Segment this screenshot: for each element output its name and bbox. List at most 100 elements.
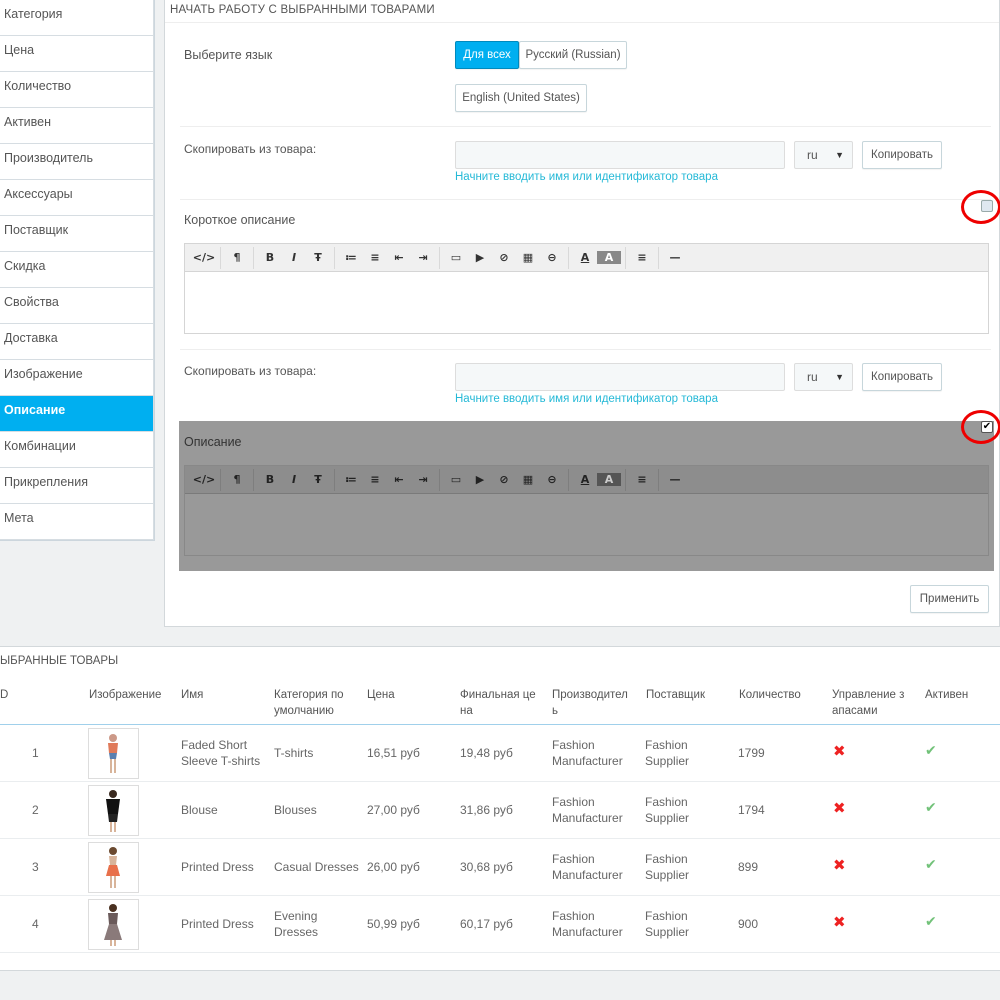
horizontal-rule-icon[interactable]: — bbox=[663, 251, 687, 264]
sidebar-item-description[interactable]: Описание bbox=[0, 396, 154, 432]
col-price[interactable]: Цена bbox=[367, 687, 455, 703]
italic-icon[interactable]: I bbox=[282, 251, 306, 264]
alignment-icon[interactable]: ≡ bbox=[630, 473, 654, 486]
sidebar-item-accessories[interactable]: Аксессуары bbox=[0, 180, 154, 216]
font-color-icon[interactable]: A bbox=[573, 473, 597, 486]
col-quantity[interactable]: Количество bbox=[739, 687, 827, 703]
col-supplier[interactable]: Поставщик bbox=[646, 687, 734, 703]
bullet-list-icon[interactable]: ≔ bbox=[339, 473, 363, 486]
lang-russian-button[interactable]: Русский (Russian) bbox=[519, 41, 627, 69]
italic-icon[interactable]: I bbox=[282, 473, 306, 486]
table-icon[interactable]: ▦ bbox=[516, 473, 540, 486]
file-icon[interactable]: ⊘ bbox=[492, 473, 516, 486]
table-icon[interactable]: ▦ bbox=[516, 251, 540, 264]
cell-price: 16,51 руб bbox=[367, 746, 420, 760]
col-category[interactable]: Категория по умолчанию bbox=[274, 687, 356, 719]
caret-down-icon: ▼ bbox=[835, 372, 844, 382]
table-row[interactable]: 3 Printed Dress Casual Dresses 26,00 руб… bbox=[0, 839, 1000, 896]
editor-toolbar: </> ¶ B I Ŧ ≔ ≡ ⇤ ⇥ ▭ ▶ ⊘ ▦ ⊖ A A ≡ — bbox=[185, 244, 988, 272]
cell-id: 4 bbox=[32, 917, 39, 931]
paragraph-icon[interactable]: ¶ bbox=[225, 473, 249, 486]
link-icon[interactable]: ⊖ bbox=[540, 473, 564, 486]
col-name[interactable]: Имя bbox=[181, 687, 269, 703]
file-icon[interactable]: ⊘ bbox=[492, 251, 516, 264]
sidebar-item-price[interactable]: Цена bbox=[0, 36, 154, 72]
background-color-icon[interactable]: A bbox=[597, 251, 621, 264]
enabled-check-icon[interactable]: ✔ bbox=[925, 914, 937, 930]
numbered-list-icon[interactable]: ≡ bbox=[363, 473, 387, 486]
sidebar-item-manufacturer[interactable]: Производитель bbox=[0, 144, 154, 180]
product-thumbnail bbox=[88, 899, 139, 950]
disabled-x-icon[interactable]: ✖ bbox=[833, 913, 846, 931]
paragraph-icon[interactable]: ¶ bbox=[225, 251, 249, 264]
numbered-list-icon[interactable]: ≡ bbox=[363, 251, 387, 264]
short-description-editor[interactable]: </> ¶ B I Ŧ ≔ ≡ ⇤ ⇥ ▭ ▶ ⊘ ▦ ⊖ A A ≡ — bbox=[184, 243, 989, 334]
link-icon[interactable]: ⊖ bbox=[540, 251, 564, 264]
cell-quantity: 1799 bbox=[738, 746, 765, 760]
disabled-x-icon[interactable]: ✖ bbox=[833, 856, 846, 874]
sidebar-item-supplier[interactable]: Поставщик bbox=[0, 216, 154, 252]
sidebar-item-quantity[interactable]: Количество bbox=[0, 72, 154, 108]
cell-manufacturer: Fashion Manufacturer bbox=[552, 852, 623, 882]
table-row[interactable]: 4 Printed Dress Evening Dresses 50,99 ру… bbox=[0, 896, 1000, 953]
outdent-icon[interactable]: ⇤ bbox=[387, 251, 411, 264]
col-manufacturer[interactable]: Производител ь bbox=[552, 687, 636, 719]
sidebar-item-active[interactable]: Активен bbox=[0, 108, 154, 144]
table-row[interactable]: 2 Blouse Blouses 27,00 руб 31,86 руб Fas… bbox=[0, 782, 1000, 839]
apply-button[interactable]: Применить bbox=[910, 585, 989, 613]
table-row[interactable]: 1 Faded Short Sleeve T-shirts T-shirts 1… bbox=[0, 725, 1000, 782]
copy-button[interactable]: Копировать bbox=[862, 141, 942, 169]
video-icon[interactable]: ▶ bbox=[468, 251, 492, 264]
copy-button-2[interactable]: Копировать bbox=[862, 363, 942, 391]
disabled-x-icon[interactable]: ✖ bbox=[833, 799, 846, 817]
sidebar-item-attachments[interactable]: Прикрепления bbox=[0, 468, 154, 504]
language-label: Выберите язык bbox=[184, 48, 273, 62]
col-id[interactable]: D bbox=[0, 687, 20, 703]
font-color-icon[interactable]: A bbox=[573, 251, 597, 264]
sidebar-item-combinations[interactable]: Комбинации bbox=[0, 432, 154, 468]
cell-category: Casual Dresses bbox=[274, 860, 359, 874]
copy-from-label: Скопировать из товара: bbox=[184, 142, 317, 156]
copy-from-input[interactable] bbox=[455, 141, 785, 169]
col-stock-management[interactable]: Управление з апасами bbox=[832, 687, 916, 719]
sidebar-item-shipping[interactable]: Доставка bbox=[0, 324, 154, 360]
lang-all-button[interactable]: Для всех bbox=[455, 41, 519, 69]
copy-lang-select[interactable]: ru ▼ bbox=[794, 141, 853, 169]
disabled-x-icon[interactable]: ✖ bbox=[833, 742, 846, 760]
horizontal-rule-icon[interactable]: — bbox=[663, 473, 687, 486]
table-heading: ыбранные товары bbox=[0, 655, 119, 667]
sidebar-item-discount[interactable]: Скидка bbox=[0, 252, 154, 288]
col-final-price[interactable]: Финальная це на bbox=[460, 687, 544, 719]
enabled-check-icon[interactable]: ✔ bbox=[925, 857, 937, 873]
sidebar-item-images[interactable]: Изображение bbox=[0, 360, 154, 396]
outdent-icon[interactable]: ⇤ bbox=[387, 473, 411, 486]
cell-id: 3 bbox=[32, 860, 39, 874]
bold-icon[interactable]: B bbox=[258, 251, 282, 264]
bold-icon[interactable]: B bbox=[258, 473, 282, 486]
indent-icon[interactable]: ⇥ bbox=[411, 473, 435, 486]
cell-supplier: Fashion Supplier bbox=[645, 852, 690, 882]
sidebar-item-category[interactable]: Категория bbox=[0, 0, 154, 36]
enabled-check-icon[interactable]: ✔ bbox=[925, 800, 937, 816]
source-code-icon[interactable]: </> bbox=[192, 251, 216, 264]
copy-lang-select-2[interactable]: ru ▼ bbox=[794, 363, 853, 391]
source-code-icon[interactable]: </> bbox=[192, 473, 216, 486]
image-icon[interactable]: ▭ bbox=[444, 473, 468, 486]
strikethrough-icon[interactable]: Ŧ bbox=[306, 251, 330, 264]
indent-icon[interactable]: ⇥ bbox=[411, 251, 435, 264]
alignment-icon[interactable]: ≡ bbox=[630, 251, 654, 264]
enabled-check-icon[interactable]: ✔ bbox=[925, 743, 937, 759]
cell-price: 27,00 руб bbox=[367, 803, 420, 817]
bullet-list-icon[interactable]: ≔ bbox=[339, 251, 363, 264]
copy-from-input-2[interactable] bbox=[455, 363, 785, 391]
sidebar-item-features[interactable]: Свойства bbox=[0, 288, 154, 324]
sidebar-item-meta[interactable]: Мета bbox=[0, 504, 154, 540]
image-icon[interactable]: ▭ bbox=[444, 251, 468, 264]
lang-english-button[interactable]: English (United States) bbox=[455, 84, 587, 112]
video-icon[interactable]: ▶ bbox=[468, 473, 492, 486]
description-editor[interactable]: </> ¶ B I Ŧ ≔ ≡ ⇤ ⇥ ▭ ▶ ⊘ ▦ ⊖ A A ≡ — bbox=[184, 465, 989, 556]
cell-manufacturer: Fashion Manufacturer bbox=[552, 738, 623, 768]
col-active[interactable]: Активен bbox=[925, 687, 1000, 703]
strikethrough-icon[interactable]: Ŧ bbox=[306, 473, 330, 486]
background-color-icon[interactable]: A bbox=[597, 473, 621, 486]
